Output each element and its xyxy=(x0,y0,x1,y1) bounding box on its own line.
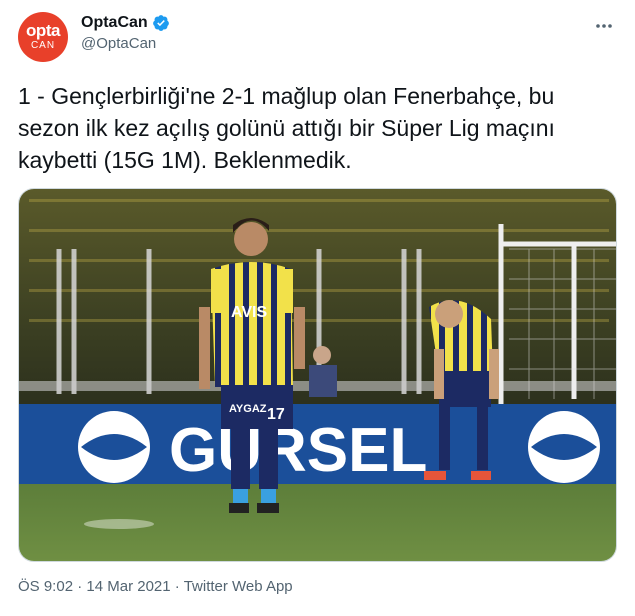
verified-badge-icon xyxy=(152,15,169,31)
tweet-date[interactable]: 14 Mar 2021 xyxy=(86,578,170,595)
tweet-photo[interactable]: GÜRSEL AVIS AYGAZ 17 xyxy=(18,188,617,562)
tweet: opta CAN OptaCan @OptaCan 1 - Gençlerbir… xyxy=(0,0,635,616)
photo-illustration: GÜRSEL AVIS AYGAZ 17 xyxy=(19,189,616,561)
shorts-number: 17 xyxy=(267,406,285,423)
shirt-sponsor: AVIS xyxy=(231,304,267,321)
avatar[interactable]: opta CAN xyxy=(18,12,68,62)
shorts-sponsor: AYGAZ xyxy=(229,403,267,415)
more-dots-glyph xyxy=(596,24,612,28)
meta-separator: · xyxy=(73,578,87,595)
tweet-source[interactable]: Twitter Web App xyxy=(184,578,293,595)
display-name[interactable]: OptaCan xyxy=(81,14,148,32)
handle[interactable]: @OptaCan xyxy=(81,35,170,52)
avatar-logo-text: opta xyxy=(26,20,60,40)
board-text: GÜRSEL xyxy=(169,416,427,485)
avatar-logo-subtext: CAN xyxy=(30,39,56,51)
more-dots-icon[interactable] xyxy=(593,16,615,36)
author-block: OptaCan @OptaCan xyxy=(81,14,170,52)
tweet-time[interactable]: ÖS 9:02 xyxy=(18,578,73,595)
name-row: OptaCan xyxy=(81,14,170,32)
tweet-meta: ÖS 9:02 · 14 Mar 2021 · Twitter Web App xyxy=(18,578,293,595)
tweet-text: 1 - Gençlerbirliği'ne 2-1 mağlup olan Fe… xyxy=(18,83,555,173)
meta-separator: · xyxy=(170,578,184,595)
